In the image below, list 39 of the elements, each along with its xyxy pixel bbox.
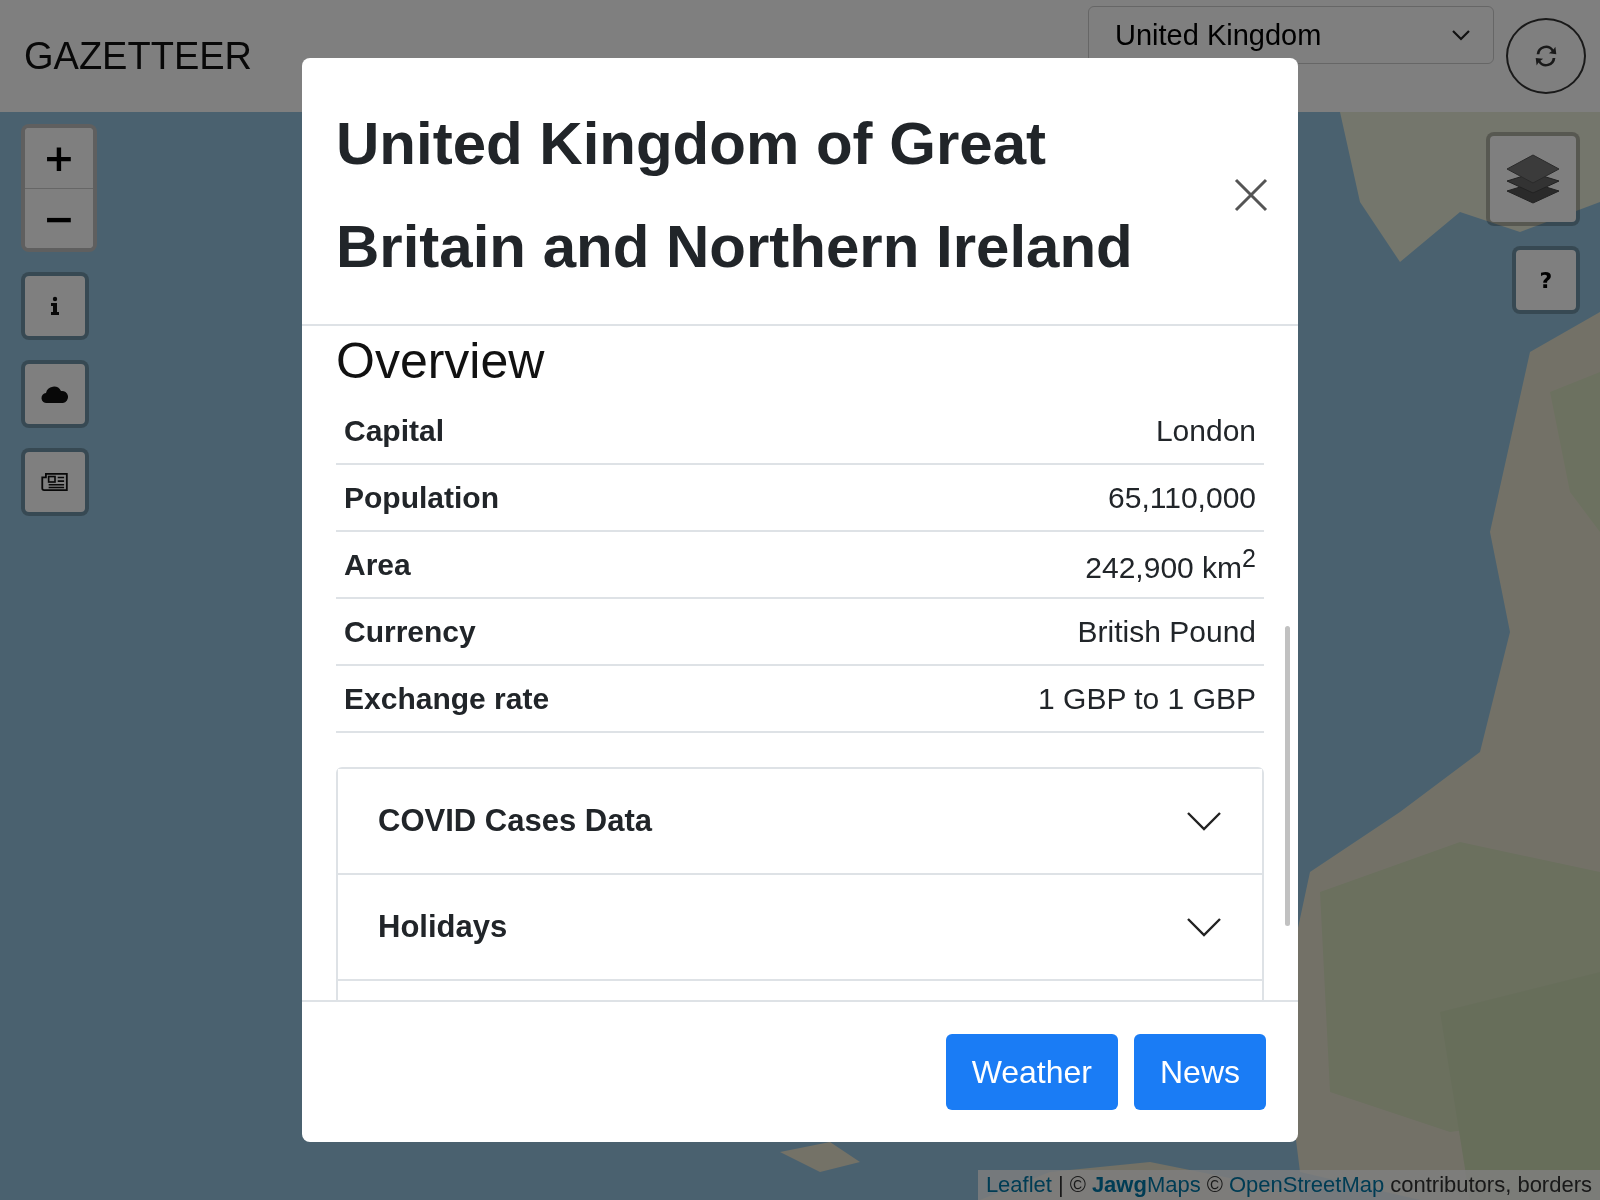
attribution-label: | [1057, 1172, 1064, 1198]
table-cell: London [1155, 413, 1256, 448]
table-cell: Capital [344, 413, 445, 448]
cloud-icon [41, 384, 69, 404]
info-icon [50, 296, 60, 316]
modal-button[interactable]: News [1134, 1034, 1266, 1110]
modal-title: United Kingdom of Great Britain and Northern Ireland [336, 109, 1134, 282]
info-button[interactable] [21, 272, 89, 340]
weather-button[interactable] [21, 360, 89, 428]
table-cell: Currency [344, 614, 476, 649]
table-cell: 242,900 km$^{2}$ [1085, 544, 1256, 585]
country-select[interactable]: United Kingdom [1088, 6, 1494, 64]
attribution-label: © [1069, 1172, 1086, 1198]
close-icon [1234, 178, 1268, 212]
table-cell: British Pound [1077, 614, 1256, 649]
table-cell: Population [344, 480, 499, 515]
section-heading: Overview [336, 332, 546, 390]
table-cell: 1 GBP to 1 GBP [1038, 681, 1256, 716]
table-cell: Area [344, 547, 411, 582]
modal-button[interactable]: Weather [945, 1034, 1118, 1110]
zoom-out-button[interactable]: − [25, 188, 93, 248]
attribution-link[interactable]: Leaflet [985, 1172, 1052, 1198]
layers-icon [1505, 153, 1561, 205]
newspaper-icon [41, 472, 69, 492]
attribution-label: contributors, borders [1390, 1172, 1592, 1198]
table-cell: Exchange rate [344, 681, 550, 716]
help-button[interactable]: ? [1512, 246, 1580, 314]
chevron-down-icon [1186, 811, 1222, 831]
news-button[interactable] [21, 448, 89, 516]
attribution-label: © [1206, 1172, 1223, 1198]
brand-title: GAZETTEER [24, 34, 253, 78]
layers-button[interactable] [1486, 132, 1580, 226]
accordion-header[interactable]: COVID Cases Data [338, 769, 1262, 875]
attribution-link[interactable]: OpenStreetMap [1228, 1172, 1385, 1198]
scrollbar[interactable] [1285, 626, 1290, 926]
chevron-down-icon [1186, 917, 1222, 937]
attribution-link[interactable]: JawgMaps [1091, 1172, 1201, 1198]
chevron-down-icon [1451, 29, 1471, 41]
table-cell: 65,110,000 [1108, 480, 1256, 515]
